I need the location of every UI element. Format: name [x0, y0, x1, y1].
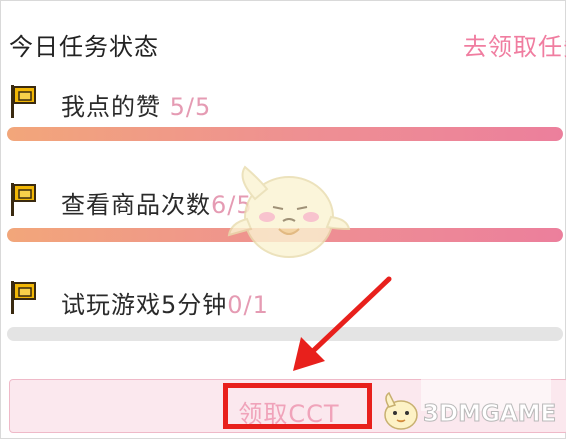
task-status-panel: 今日任务状态 去领取任务 我点的赞 5/5 查看商品次数6/5 [0, 0, 566, 439]
task-label: 试玩游戏5分钟0/1 [61, 285, 269, 320]
flag-icon [11, 281, 36, 314]
progress-fill [7, 127, 563, 141]
flag-icon [11, 183, 36, 216]
task-name: 我点的赞 [61, 93, 161, 121]
task-label: 我点的赞 5/5 [61, 87, 211, 122]
page-title: 今日任务状态 [9, 33, 159, 61]
task-progress: 5/5 [169, 93, 212, 121]
task-label: 查看商品次数6/5 [61, 185, 253, 220]
flag-icon [11, 85, 36, 118]
watermark-logo-icon [384, 391, 418, 430]
progress-bar [7, 327, 563, 341]
task-name: 查看商品次数 [61, 191, 211, 219]
progress-bar [7, 127, 563, 141]
claim-button-highlight [223, 383, 372, 429]
claim-task-link[interactable]: 去领取任务 [463, 27, 566, 62]
watermark-text: 3DMGAME [422, 401, 557, 428]
task-name: 试玩游戏5分钟 [61, 291, 228, 319]
watermark: 3DMGAME [379, 391, 566, 436]
mascot-watermark-icon [227, 165, 351, 258]
task-progress: 0/1 [227, 291, 269, 319]
